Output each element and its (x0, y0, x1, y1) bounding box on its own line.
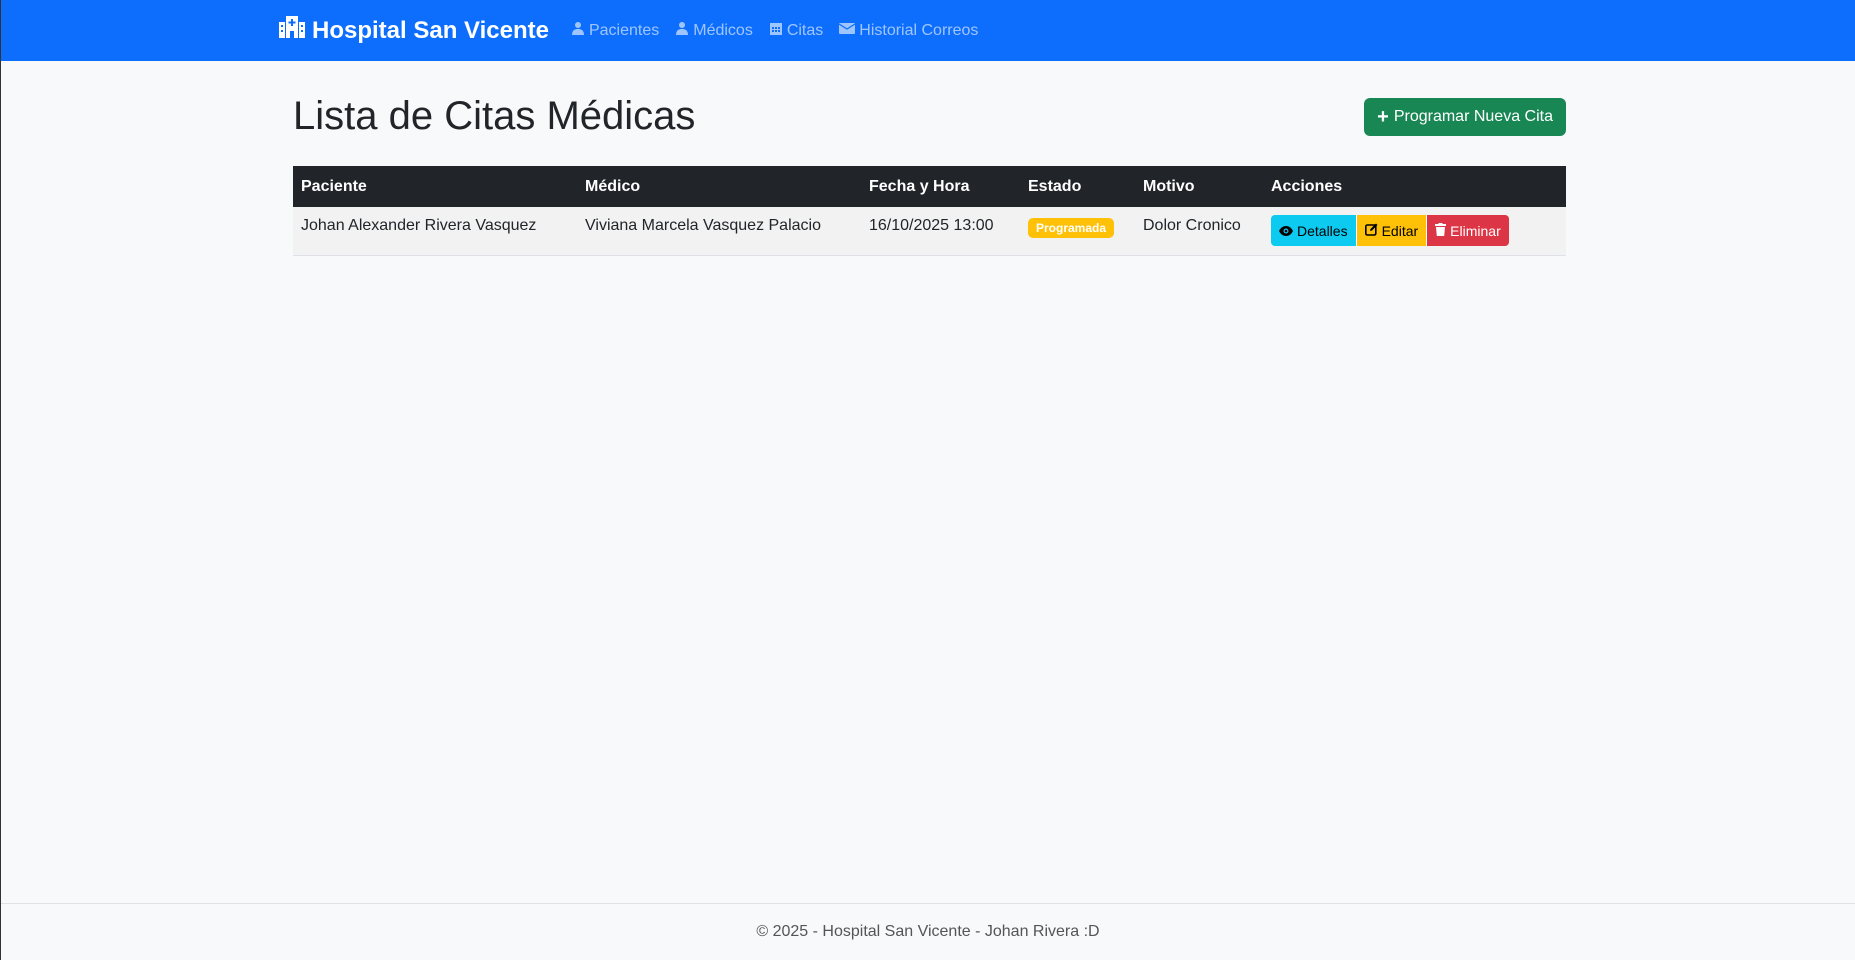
trash-icon (1435, 222, 1450, 239)
column-header-motivo: Motivo (1143, 177, 1195, 195)
nav-link-label: Médicos (693, 21, 753, 39)
cell-motivo: Dolor Cronico (1143, 217, 1241, 234)
cell-medico: Viviana Marcela Vasquez Palacio (585, 217, 821, 234)
action-buttons: Detalles Editar Eliminar (1271, 215, 1558, 246)
nav-link-citas[interactable]: Citas (769, 21, 823, 40)
nav-link-label: Historial Correos (859, 21, 979, 39)
nav-link-label: Citas (786, 21, 824, 39)
calendar-icon (769, 21, 787, 40)
table-row: Johan Alexander Rivera Vasquez Viviana M… (293, 207, 1566, 255)
hospital-icon (279, 16, 312, 45)
column-header-estado: Estado (1028, 177, 1082, 195)
table-header: Paciente Médico Fecha y Hora Estado Moti… (293, 166, 1566, 207)
details-button[interactable]: Detalles (1271, 215, 1356, 246)
cell-estado: Programada (1020, 207, 1135, 255)
new-appointment-button[interactable]: + Programar Nueva Cita (1364, 97, 1566, 136)
cell-fecha: 16/10/2025 13:00 (869, 217, 994, 234)
nav-link-label: Pacientes (588, 21, 660, 39)
cell-paciente: Johan Alexander Rivera Vasquez (301, 217, 537, 234)
column-header-acciones: Acciones (1271, 177, 1343, 195)
edit-label: Editar (1381, 222, 1419, 239)
header-row: Lista de Citas Médicas + Programar Nueva… (293, 87, 1566, 146)
page-title: Lista de Citas Médicas (293, 94, 696, 138)
column-header-medico: Médico (585, 177, 641, 195)
status-badge: Programada (1028, 218, 1115, 238)
details-label: Detalles (1297, 222, 1348, 239)
footer: © 2025 - Hospital San Vicente - Johan Ri… (1, 903, 1855, 960)
column-header-paciente: Paciente (301, 177, 367, 195)
table-body: Johan Alexander Rivera Vasquez Viviana M… (293, 207, 1566, 255)
user-doctor-icon (675, 21, 693, 40)
brand-link[interactable]: Hospital San Vicente (279, 16, 549, 45)
table-header-row: Paciente Médico Fecha y Hora Estado Moti… (293, 166, 1566, 207)
new-appointment-label: Programar Nueva Cita (1393, 107, 1553, 125)
delete-label: Eliminar (1450, 222, 1501, 239)
cell-acciones: Detalles Editar Eliminar (1263, 207, 1566, 255)
brand-name: Hospital San Vicente (312, 16, 549, 44)
appointments-table: Paciente Médico Fecha y Hora Estado Moti… (293, 166, 1566, 256)
navbar-inner: Hospital San Vicente Pacientes Médicos C… (279, 16, 1552, 45)
delete-button[interactable]: Eliminar (1426, 215, 1509, 246)
eye-icon (1279, 223, 1297, 239)
main-content: Lista de Citas Médicas + Programar Nueva… (293, 87, 1566, 256)
envelope-icon (838, 22, 859, 40)
edit-button[interactable]: Editar (1355, 215, 1427, 246)
nav-link-historial-correos[interactable]: Historial Correos (838, 21, 979, 40)
navbar: Hospital San Vicente Pacientes Médicos C… (1, 0, 1855, 61)
column-header-fecha: Fecha y Hora (869, 177, 970, 195)
nav-links: Pacientes Médicos Citas Historial Correo… (571, 21, 994, 40)
edit-icon (1364, 223, 1382, 239)
nav-link-pacientes[interactable]: Pacientes (571, 21, 659, 40)
user-injured-icon (571, 21, 589, 40)
nav-link-medicos[interactable]: Médicos (675, 21, 753, 40)
plus-icon: + (1377, 105, 1389, 128)
footer-text: © 2025 - Hospital San Vicente - Johan Ri… (756, 923, 1100, 940)
